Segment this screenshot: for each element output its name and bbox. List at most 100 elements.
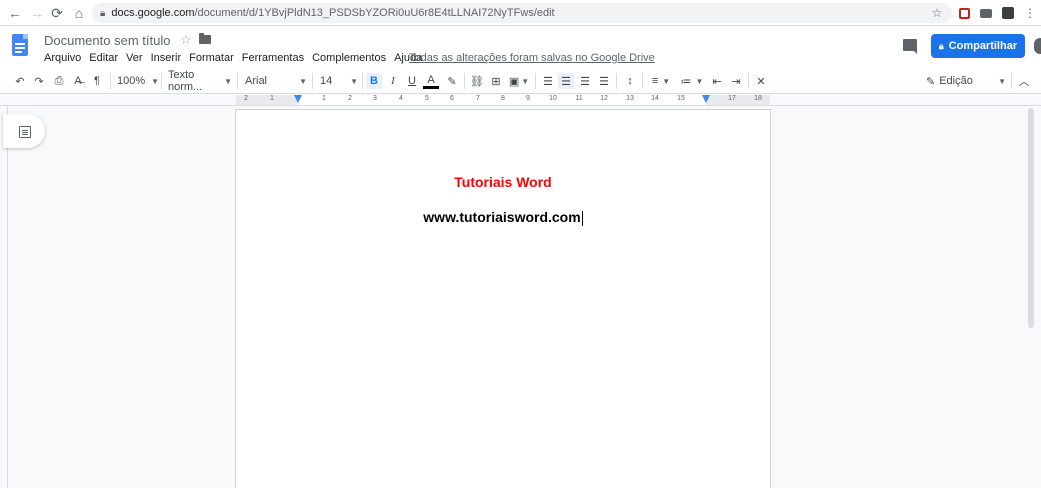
menu-bar: Arquivo Editar Ver Inserir Formatar Ferr… [44,52,430,64]
align-center-icon[interactable]: ☰ [558,73,574,89]
horizontal-ruler[interactable]: 2 1 1 2 3 4 5 6 7 8 9 10 11 12 13 14 15 … [0,94,1041,106]
font-size-select[interactable]: 14 ▼ [320,73,358,89]
url-path: /document/d/1YBvjPldN13_PSDSbYZORi0uU6r8… [194,7,555,19]
ruler-number: 4 [399,95,403,102]
chevron-down-icon: ▼ [299,76,307,86]
menu-ferramentas[interactable]: Ferramentas [242,52,304,64]
menu-editar[interactable]: Editar [89,52,118,64]
spellcheck-icon[interactable]: A̶ [70,73,86,89]
menu-inserir[interactable]: Inserir [151,52,182,64]
ruler-number: 1 [270,95,274,102]
ruler-number: 1 [322,95,326,102]
docs-logo-icon[interactable] [12,34,28,56]
ruler-number: 8 [501,95,505,102]
bulleted-list-icon[interactable]: ≔ ▼ [678,73,706,89]
document-url-line[interactable]: www.tutoriaisword.com [236,209,770,226]
browser-menu-icon[interactable]: ⋮ [1021,4,1039,22]
star-icon[interactable]: ☆ [180,32,192,48]
italic-button[interactable]: I [385,73,401,89]
toolbar-separator [237,73,238,89]
document-title[interactable]: Documento sem título [44,33,170,48]
toolbar-separator [535,73,536,89]
docs-header: Documento sem título ☆ Arquivo Editar Ve… [0,26,1041,68]
toolbar-separator [464,73,465,89]
align-right-icon[interactable]: ☰ [577,73,593,89]
comments-icon[interactable] [903,39,917,54]
ruler-number: 12 [600,95,608,102]
share-label: Compartilhar [948,40,1018,52]
decrease-indent-icon[interactable]: ⇤ [709,73,725,89]
app: ← → ⟳ ⌂ 🔒︎ docs.google.com/document/d/1Y… [0,0,1041,488]
increase-indent-icon[interactable]: ⇥ [728,73,744,89]
bookmark-star-icon[interactable]: ☆ [928,4,946,22]
back-arrow-icon[interactable]: ← [4,2,26,24]
highlight-pen-icon[interactable]: ✎ [444,73,460,89]
zoom-select[interactable]: 100% ▼ [117,73,159,89]
font-select[interactable]: Arial ▼ [245,73,307,89]
clear-formatting-icon[interactable]: ✕ [753,73,769,89]
menu-ver[interactable]: Ver [126,52,143,64]
account-avatar-icon[interactable] [1034,38,1041,54]
align-justify-icon[interactable]: ☰ [596,73,612,89]
ruler-number: 3 [373,95,377,102]
line-spacing-icon[interactable]: ↕ [621,73,639,89]
vertical-ruler[interactable] [0,106,8,488]
add-comment-icon[interactable]: ⊞ [488,73,504,89]
address-bar[interactable]: 🔒︎ docs.google.com/document/d/1YBvjPldN1… [92,3,952,23]
toolbar-separator [1011,73,1012,89]
toolbar-separator [616,73,617,89]
ruler-number: 6 [450,95,454,102]
ruler-number: 13 [626,95,634,102]
zoom-value: 100% [117,75,146,87]
scrollbar-thumb[interactable] [1028,108,1034,328]
editing-mode-value: Edição [939,75,973,87]
font-value: Arial [245,75,268,87]
style-select[interactable]: Texto norm... ▼ [168,69,232,93]
font-size-value: 14 [320,75,333,87]
menu-arquivo[interactable]: Arquivo [44,52,81,64]
bold-button[interactable]: B [366,73,382,89]
style-value: Texto norm... [168,69,203,93]
align-left-icon[interactable]: ☰ [540,73,556,89]
ruler-number: 2 [244,95,248,102]
ruler-number: 2 [348,95,352,102]
editing-mode-select[interactable]: ✎ Edição ▼ [926,73,1006,89]
camera-icon[interactable] [977,4,995,22]
numbered-list-icon[interactable]: ≡ ▼ [647,73,675,89]
share-button[interactable]: 🔒︎ Compartilhar [931,34,1025,58]
document-heading[interactable]: Tutoriais Word [236,174,770,190]
text-color-button[interactable]: A [423,73,439,89]
chevron-down-icon: ▼ [695,76,704,86]
menu-formatar[interactable]: Formatar [189,52,234,64]
menu-complementos[interactable]: Complementos [312,52,386,64]
chevron-down-icon: ▼ [224,76,232,86]
toolbar-separator [748,73,749,89]
forward-arrow-icon[interactable]: → [26,2,48,24]
ruler-number: 9 [526,95,530,102]
document-page[interactable]: Tutoriais Word www.tutoriaisword.com [236,110,770,488]
toolbar-separator [312,73,313,89]
underline-button[interactable]: U [404,73,420,89]
folder-icon[interactable] [199,33,211,44]
browser-bar: ← → ⟳ ⌂ 🔒︎ docs.google.com/document/d/1Y… [0,0,1041,26]
ruler-number: 15 [677,95,685,102]
text-cursor [581,210,583,226]
gmail-extension-icon[interactable] [999,4,1017,22]
print-icon[interactable]: ⎙ [51,73,67,89]
reload-icon[interactable]: ⟳ [46,2,68,24]
redo-icon[interactable]: ↷ [31,73,47,89]
paint-format-icon[interactable]: ¶ [89,73,105,89]
ruler-number: 17 [728,95,736,102]
url-text: www.tutoriaisword.com [423,209,581,225]
chevron-down-icon: ▼ [350,76,358,86]
save-status-link[interactable]: Todas as alterações foram salvas no Goog… [409,52,655,64]
toolbar-separator [642,73,643,89]
undo-icon[interactable]: ↶ [12,73,28,89]
link-icon[interactable]: ⛓ [469,73,485,89]
collapse-chevron-icon[interactable]: ︿ [1016,73,1032,89]
home-icon[interactable]: ⌂ [68,2,90,24]
chevron-down-icon: ▼ [998,76,1006,86]
extension-icon[interactable] [955,4,973,22]
ruler-number: 18 [754,95,762,102]
insert-image-icon[interactable]: ▣ ▼ [507,73,531,89]
